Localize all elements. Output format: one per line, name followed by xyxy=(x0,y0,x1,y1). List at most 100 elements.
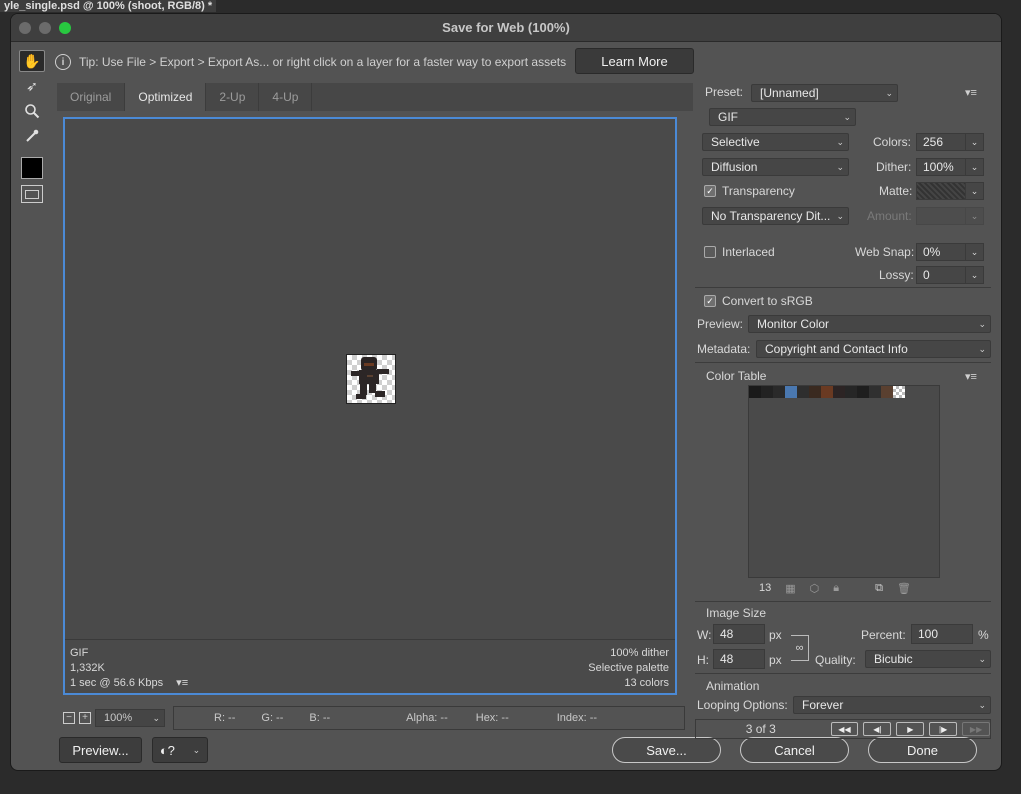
preset-label: Preset: xyxy=(705,85,744,99)
quality-label: Quality: xyxy=(815,653,856,667)
readout-g: G: -- xyxy=(261,712,284,724)
color-swatch[interactable] xyxy=(761,386,773,398)
dialog-title: Save for Web (100%) xyxy=(442,20,570,35)
learn-more-button[interactable]: Learn More xyxy=(575,48,694,74)
lock-icon[interactable]: 🔒︎ xyxy=(833,582,839,595)
optimized-preview-pane[interactable]: GIF 1,332K 1 sec @ 56.6 Kbps ▾≡ 100% dit… xyxy=(63,117,677,695)
height-unit: px xyxy=(769,653,782,667)
optimize-menu-icon[interactable]: ▾≡ xyxy=(965,86,977,99)
height-label: H: xyxy=(697,653,709,667)
chevron-down-icon: ⌄ xyxy=(978,343,986,354)
convert-srgb-label: Convert to sRGB xyxy=(722,294,813,308)
zoom-level-select[interactable]: 100% ⌄ xyxy=(95,709,165,727)
percent-input[interactable]: 100 xyxy=(911,624,973,644)
animation-controls: 3 of 3 ◀◀ ◀| ▶ |▶ ▶▶ xyxy=(695,719,991,739)
looping-options-select[interactable]: Forever ⌄ xyxy=(793,696,991,714)
chevron-down-icon: ⌄ xyxy=(836,161,844,172)
pixel-readouts: R: -- G: -- B: -- Alpha: -- Hex: -- Inde… xyxy=(173,706,685,730)
color-reduction-select[interactable]: Selective ⌄ xyxy=(702,133,849,151)
download-rate-menu-icon[interactable]: ▾≡ xyxy=(176,677,188,689)
file-format-select[interactable]: GIF ⌄ xyxy=(709,108,856,126)
save-button[interactable]: Save... xyxy=(612,737,721,763)
tab-optimized[interactable]: Optimized xyxy=(125,83,207,111)
previous-frame-icon[interactable]: ◀| xyxy=(863,722,892,736)
divider xyxy=(695,601,991,602)
web-shift-icon[interactable]: ▦ xyxy=(785,582,795,595)
preset-select[interactable]: [Unnamed] ⌄ xyxy=(751,84,898,102)
color-swatch[interactable] xyxy=(749,386,761,398)
next-frame-icon[interactable]: |▶ xyxy=(929,722,958,736)
info-colors: 13 colors xyxy=(624,677,669,689)
readout-r: R: -- xyxy=(214,712,236,724)
preview-mode-select[interactable]: Monitor Color ⌄ xyxy=(748,315,991,333)
colors-combo[interactable]: 256 ⌄ xyxy=(916,133,984,151)
browser-select[interactable]: ◐? ⌄ xyxy=(152,737,208,763)
quality-select[interactable]: Bicubic ⌄ xyxy=(865,650,991,668)
lock-color-cube-icon[interactable]: ⬡ xyxy=(810,582,820,595)
tip-bar: i Tip: Use File > Export > Export As... … xyxy=(55,47,566,77)
color-swatch[interactable] xyxy=(809,386,821,398)
trash-icon[interactable]: 🗑︎ xyxy=(897,582,911,595)
preview-canvas[interactable] xyxy=(65,119,675,639)
chevron-down-icon: ⌄ xyxy=(966,207,984,225)
zoom-out-button[interactable]: − xyxy=(63,712,75,724)
toggle-slices-visibility-icon[interactable] xyxy=(21,185,43,203)
height-input[interactable]: 48 xyxy=(713,649,765,669)
color-table[interactable] xyxy=(748,385,940,578)
color-swatch[interactable] xyxy=(881,386,893,398)
zoom-in-button[interactable]: + xyxy=(79,712,91,724)
color-swatch[interactable] xyxy=(833,386,845,398)
readout-b: B: -- xyxy=(309,712,331,724)
status-bar: − + 100% ⌄ R: -- G: -- B: -- Alpha: -- He… xyxy=(63,706,695,730)
eyedropper-tool-icon[interactable] xyxy=(19,125,45,147)
metadata-select[interactable]: Copyright and Contact Info ⌄ xyxy=(756,340,991,358)
tab-original[interactable]: Original xyxy=(57,83,126,111)
web-snap-combo[interactable]: 0% ⌄ xyxy=(916,243,984,261)
zoom-tool-icon[interactable] xyxy=(19,100,45,122)
color-swatch[interactable] xyxy=(821,386,833,398)
hand-tool-icon[interactable]: ✋ xyxy=(19,50,45,72)
color-swatch[interactable] xyxy=(869,386,881,398)
chevron-down-icon: ⌄ xyxy=(885,87,893,98)
new-color-icon[interactable]: ⧉ xyxy=(875,582,883,595)
width-unit: px xyxy=(769,628,782,642)
first-frame-icon[interactable]: ◀◀ xyxy=(830,722,859,736)
transparency-label: Transparency xyxy=(722,184,795,198)
tab-4-up[interactable]: 4-Up xyxy=(259,83,313,111)
tip-text: Tip: Use File > Export > Export As... or… xyxy=(79,55,567,69)
dither-label: Dither: xyxy=(876,160,912,174)
readout-index: Index: -- xyxy=(556,712,598,724)
cancel-button[interactable]: Cancel xyxy=(740,737,849,763)
chevron-down-icon: ⌄ xyxy=(152,712,160,723)
tab-2-up[interactable]: 2-Up xyxy=(206,83,260,111)
play-icon[interactable]: ▶ xyxy=(896,722,925,736)
transparency-checkbox[interactable]: ✓ xyxy=(704,185,716,197)
preview-in-browser-button[interactable]: Preview... xyxy=(59,737,142,763)
dither-algorithm-select[interactable]: Diffusion ⌄ xyxy=(702,158,849,176)
color-swatch[interactable] xyxy=(893,386,905,398)
color-swatch[interactable] xyxy=(857,386,869,398)
color-swatch[interactable] xyxy=(797,386,809,398)
divider xyxy=(695,673,991,674)
matte-combo[interactable]: ⌄ xyxy=(916,182,984,200)
document-tab[interactable]: yle_single.psd @ 100% (shoot, RGB/8) * xyxy=(0,0,217,12)
width-input[interactable]: 48 xyxy=(713,624,765,644)
color-table-menu-icon[interactable]: ▾≡ xyxy=(965,370,977,383)
color-swatch[interactable] xyxy=(845,386,857,398)
view-tabs: Original Optimized 2-Up 4-Up xyxy=(57,83,693,111)
info-dither: 100% dither xyxy=(610,647,669,659)
divider xyxy=(695,362,991,363)
color-swatch[interactable] xyxy=(785,386,797,398)
eyedropper-color-swatch[interactable] xyxy=(21,157,43,179)
done-button[interactable]: Done xyxy=(868,737,977,763)
constrain-proportions-link-icon[interactable]: ∞ xyxy=(791,635,809,661)
browser-icon: ◐? xyxy=(159,742,175,758)
lossy-combo[interactable]: 0 ⌄ xyxy=(916,266,984,284)
convert-srgb-checkbox[interactable]: ✓ xyxy=(704,295,716,307)
dither-amount-combo[interactable]: 100% ⌄ xyxy=(916,158,984,176)
color-swatch[interactable] xyxy=(773,386,785,398)
slice-select-tool-icon[interactable]: ➶ xyxy=(19,75,45,97)
transparency-dither-select[interactable]: No Transparency Dit... ⌄ xyxy=(702,207,849,225)
width-label: W: xyxy=(697,628,712,642)
interlaced-checkbox[interactable] xyxy=(704,246,716,258)
